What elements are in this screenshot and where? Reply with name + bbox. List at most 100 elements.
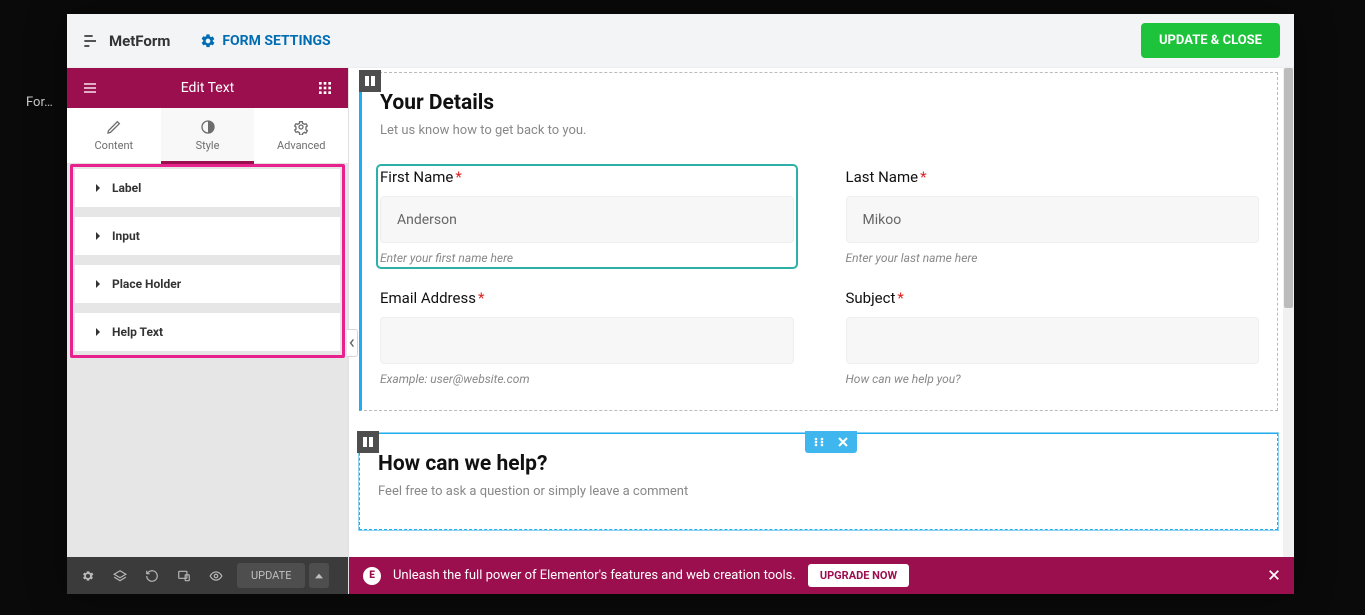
- accordion-placeholder[interactable]: Place Holder: [75, 265, 340, 303]
- caret-right-icon: [94, 280, 102, 288]
- drag-icon: [813, 436, 825, 448]
- accordion: Label Input Place Holder Help Text: [67, 164, 348, 557]
- accordion-item-text: Help Text: [112, 325, 163, 339]
- brand-icon: [81, 31, 101, 51]
- last-name-help-text: Enter your last name here: [846, 251, 1260, 265]
- panel-header: Edit Text: [67, 68, 348, 108]
- accordion-helptext[interactable]: Help Text: [75, 313, 340, 351]
- accordion-input[interactable]: Input: [75, 217, 340, 255]
- upgrade-button[interactable]: UPGRADE NOW: [808, 564, 909, 587]
- canvas: Your Details Let us know how to get back…: [349, 68, 1294, 594]
- form-settings-text: FORM SETTINGS: [222, 33, 330, 49]
- responsive-icon: [177, 569, 191, 583]
- first-name-label: First Name*: [380, 168, 794, 186]
- tab-style[interactable]: Style: [161, 108, 255, 163]
- history-icon: [145, 569, 159, 583]
- columns-icon: [364, 75, 376, 87]
- settings-button[interactable]: [73, 563, 103, 589]
- gear-icon: [293, 119, 309, 135]
- section-title: Your Details: [380, 91, 1259, 115]
- brand-name: MetForm: [109, 32, 170, 50]
- modal-body: Edit Text Content Style: [67, 68, 1294, 594]
- gear-icon: [81, 569, 95, 583]
- section2-subtitle: Feel free to ask a question or simply le…: [378, 484, 1259, 499]
- panel-title: Edit Text: [181, 80, 235, 96]
- first-name-help-text: Enter your first name here: [380, 251, 794, 265]
- eye-icon: [209, 569, 223, 583]
- accordion-label[interactable]: Label: [75, 169, 340, 207]
- first-name-input[interactable]: [380, 196, 794, 243]
- required-asterisk: *: [478, 289, 484, 307]
- subject-input[interactable]: [846, 317, 1260, 364]
- modal-topbar: MetForm FORM SETTINGS UPDATE & CLOSE: [67, 14, 1294, 68]
- last-name-input[interactable]: [846, 196, 1260, 243]
- navigator-button[interactable]: [105, 563, 135, 589]
- subject-help-text: How can we help you?: [846, 372, 1260, 386]
- chevron-left-icon: [349, 338, 355, 348]
- tab-content[interactable]: Content: [67, 108, 161, 163]
- last-name-label: Last Name*: [846, 168, 1260, 186]
- update-close-button[interactable]: UPDATE & CLOSE: [1141, 23, 1280, 58]
- field-email[interactable]: Email Address* Example: user@website.com: [380, 289, 794, 386]
- email-label: Email Address*: [380, 289, 794, 307]
- publish-button[interactable]: UPDATE: [237, 563, 305, 588]
- section-handle-icon[interactable]: [359, 70, 381, 92]
- panel-tabs: Content Style Advanced: [67, 108, 348, 164]
- field-last-name[interactable]: Last Name* Enter your last name here: [846, 168, 1260, 265]
- background-page: For…: [8, 40, 53, 110]
- field-subject[interactable]: Subject* How can we help you?: [846, 289, 1260, 386]
- panel-collapse-handle[interactable]: [347, 329, 358, 357]
- close-icon: [1268, 569, 1280, 581]
- section-how-can-we-help[interactable]: How can we help? Feel free to ask a ques…: [359, 433, 1278, 530]
- layers-icon: [113, 569, 127, 583]
- preview-button[interactable]: [201, 563, 231, 589]
- panel-menu-button[interactable]: [77, 75, 103, 101]
- subject-label: Subject*: [846, 289, 1260, 307]
- promo-text: Unleash the full power of Elementor's fe…: [393, 568, 796, 583]
- promo-close-button[interactable]: [1268, 565, 1280, 586]
- section-your-details[interactable]: Your Details Let us know how to get back…: [359, 72, 1278, 411]
- apps-icon: [317, 80, 333, 96]
- promo-bar: E Unleash the full power of Elementor's …: [349, 557, 1294, 594]
- accordion-item-text: Label: [112, 181, 141, 195]
- gear-icon: [200, 33, 216, 49]
- pencil-icon: [106, 119, 122, 135]
- tab-advanced-label: Advanced: [277, 139, 325, 152]
- section-subtitle: Let us know how to get back to you.: [380, 123, 1259, 138]
- accordion-item-text: Input: [112, 229, 140, 243]
- editor-panel: Edit Text Content Style: [67, 68, 349, 594]
- caret-right-icon: [94, 232, 102, 240]
- panel-apps-button[interactable]: [312, 75, 338, 101]
- tab-content-label: Content: [95, 139, 134, 152]
- required-asterisk: *: [920, 168, 926, 186]
- section2-title: How can we help?: [378, 452, 1259, 476]
- publish-options-button[interactable]: [309, 563, 329, 588]
- section-handle-icon[interactable]: [357, 431, 379, 453]
- accordion-item-text: Place Holder: [112, 277, 181, 291]
- brand: MetForm: [81, 31, 170, 51]
- elementor-logo-icon: E: [363, 567, 381, 585]
- required-asterisk: *: [455, 168, 461, 186]
- hamburger-icon: [82, 80, 98, 96]
- field-first-name[interactable]: First Name* Enter your first name here: [380, 168, 794, 265]
- canvas-scrollbar[interactable]: [1283, 68, 1294, 557]
- email-help-text: Example: user@website.com: [380, 372, 794, 386]
- responsive-button[interactable]: [169, 563, 199, 589]
- editor-bottom-bar: UPDATE: [67, 557, 348, 594]
- tab-style-label: Style: [196, 139, 220, 152]
- section-toolbar[interactable]: [805, 431, 857, 453]
- metform-modal: MetForm FORM SETTINGS UPDATE & CLOSE: [67, 14, 1294, 594]
- close-icon[interactable]: [837, 436, 849, 448]
- caret-up-icon: [315, 573, 323, 579]
- scrollbar-thumb[interactable]: [1284, 68, 1293, 308]
- contrast-icon: [200, 119, 216, 135]
- caret-right-icon: [94, 328, 102, 336]
- caret-right-icon: [94, 184, 102, 192]
- tutorial-highlight-box: Label Input Place Holder Help Text: [70, 164, 345, 358]
- required-asterisk: *: [897, 289, 903, 307]
- tab-advanced[interactable]: Advanced: [254, 108, 348, 163]
- history-button[interactable]: [137, 563, 167, 589]
- form-settings-link[interactable]: FORM SETTINGS: [200, 33, 330, 49]
- columns-icon: [362, 436, 374, 448]
- email-input[interactable]: [380, 317, 794, 364]
